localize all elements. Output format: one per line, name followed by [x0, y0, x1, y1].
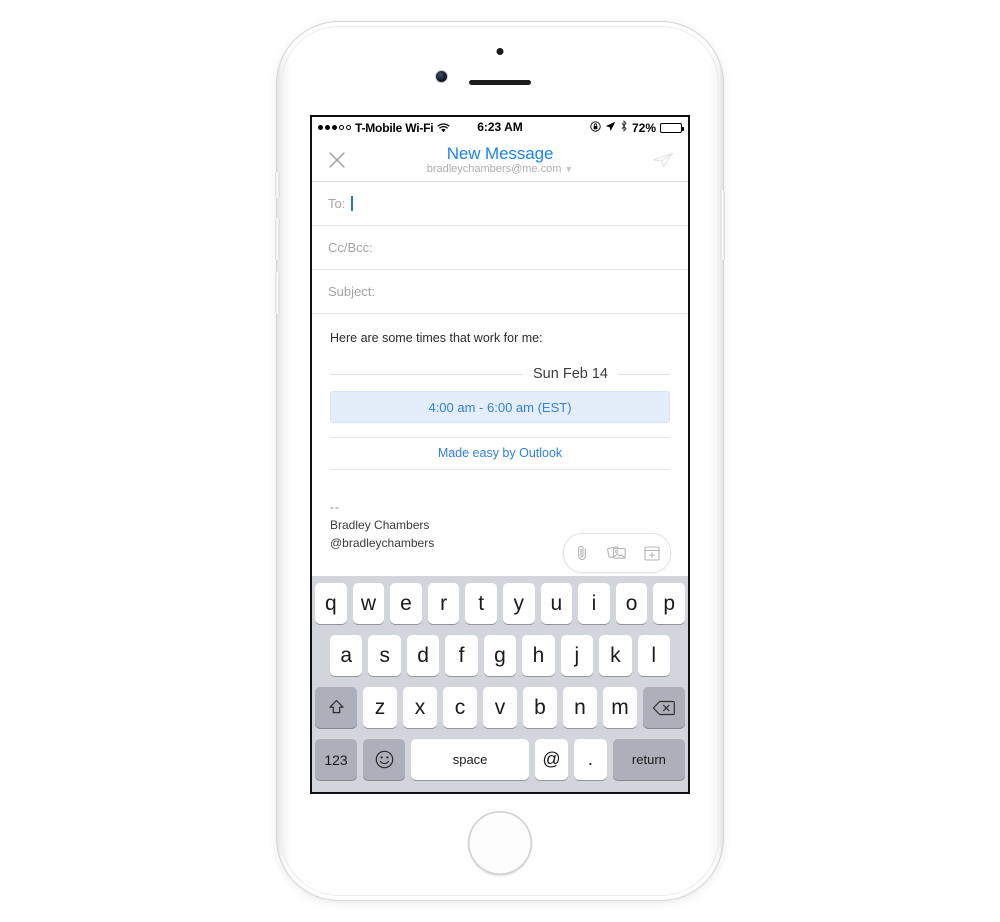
proximity-sensor	[496, 48, 504, 55]
attachment-toolbar	[563, 533, 671, 573]
date-rule-right	[618, 373, 670, 375]
date-label: Sun Feb 14	[533, 366, 608, 382]
key-q[interactable]: q	[315, 583, 347, 624]
key-o[interactable]: o	[615, 583, 648, 624]
earpiece-speaker	[469, 80, 531, 85]
key-x[interactable]: x	[403, 687, 437, 728]
key-n[interactable]: n	[563, 687, 597, 728]
key-v[interactable]: v	[483, 687, 517, 728]
status-bar-right: 72%	[590, 119, 684, 135]
keyboard-row-3: z x c v b n m	[312, 687, 688, 728]
calendar-plus-icon[interactable]	[638, 539, 666, 567]
to-field-label: To:	[328, 196, 346, 211]
chevron-down-icon: ▼	[564, 163, 574, 174]
date-rule-left	[330, 373, 524, 375]
key-d[interactable]: d	[406, 635, 440, 676]
availability-card: Sun Feb 14 4:00 am - 6:00 am (EST) Made …	[312, 366, 688, 470]
time-slot-chip[interactable]: 4:00 am - 6:00 am (EST)	[330, 391, 670, 423]
keyboard-row-4: 123 space @ . return	[312, 739, 688, 780]
onscreen-keyboard[interactable]: q w e r t y u i o p a s d f g h j k l z …	[312, 576, 688, 792]
key-t[interactable]: t	[465, 583, 497, 624]
key-f[interactable]: f	[445, 635, 478, 676]
page-title: New Message	[446, 143, 554, 163]
send-icon[interactable]	[650, 147, 676, 173]
key-h[interactable]: h	[522, 635, 555, 676]
shift-icon[interactable]	[315, 687, 357, 728]
status-bar: T-Mobile Wi-Fi 6:23 AM 72%	[312, 117, 688, 138]
delete-icon[interactable]	[643, 687, 685, 728]
close-icon[interactable]	[324, 147, 350, 173]
volume-up-button[interactable]	[275, 218, 280, 260]
photos-icon[interactable]	[603, 539, 631, 567]
key-z[interactable]: z	[363, 687, 397, 728]
emoji-icon[interactable]	[363, 739, 405, 780]
period-key[interactable]: .	[573, 739, 607, 780]
key-l[interactable]: l	[637, 635, 670, 676]
battery-icon	[660, 122, 684, 133]
screen-bezel: T-Mobile Wi-Fi 6:23 AM 72% New Message b…	[310, 115, 690, 794]
account-email: bradleychambers@me.com	[426, 162, 562, 175]
paperclip-icon[interactable]	[568, 539, 596, 567]
key-s[interactable]: s	[368, 635, 401, 676]
volume-down-button[interactable]	[275, 272, 280, 314]
key-m[interactable]: m	[603, 687, 637, 728]
signature-name: Bradley Chambers	[330, 518, 430, 532]
home-button[interactable]	[468, 811, 532, 875]
key-a[interactable]: a	[330, 635, 363, 676]
body-intro-text: Here are some times that work for me:	[330, 331, 543, 345]
key-k[interactable]: k	[599, 635, 632, 676]
text-caret	[351, 196, 354, 211]
key-u[interactable]: u	[540, 583, 573, 624]
front-camera	[436, 71, 447, 82]
key-r[interactable]: r	[427, 583, 460, 624]
iphone-device-frame: T-Mobile Wi-Fi 6:23 AM 72% New Message b…	[275, 22, 725, 900]
silent-switch[interactable]	[275, 172, 280, 198]
key-w[interactable]: w	[352, 583, 385, 624]
return-key[interactable]: return	[612, 739, 686, 780]
signature-dashes: --	[330, 500, 340, 514]
to-field[interactable]: To:	[312, 182, 688, 226]
subject-field-label: Subject:	[328, 284, 375, 299]
location-arrow-icon	[605, 121, 616, 135]
rotation-lock-icon	[590, 120, 601, 135]
cc-bcc-field[interactable]: Cc/Bcc:	[312, 226, 688, 270]
numbers-key[interactable]: 123	[315, 739, 357, 780]
power-button[interactable]	[720, 190, 725, 260]
subject-field[interactable]: Subject:	[312, 270, 688, 314]
key-i[interactable]: i	[578, 583, 610, 624]
key-b[interactable]: b	[523, 687, 557, 728]
message-body[interactable]: Here are some times that work for me: Su…	[312, 314, 688, 587]
key-c[interactable]: c	[443, 687, 477, 728]
key-p[interactable]: p	[653, 583, 685, 624]
date-divider: Sun Feb 14	[330, 366, 670, 382]
key-j[interactable]: j	[560, 635, 594, 676]
compose-nav-bar: New Message bradleychambers@me.com ▼	[312, 138, 688, 182]
key-y[interactable]: y	[503, 583, 535, 624]
phone-screen: T-Mobile Wi-Fi 6:23 AM 72% New Message b…	[312, 117, 688, 792]
space-key[interactable]: space	[411, 739, 530, 780]
battery-percent: 72%	[631, 120, 656, 135]
bluetooth-icon	[620, 119, 628, 135]
cc-bcc-field-label: Cc/Bcc:	[328, 240, 373, 255]
keyboard-row-2: a s d f g h j k l	[312, 635, 688, 676]
made-easy-by-outlook-link[interactable]: Made easy by Outlook	[330, 438, 670, 469]
key-g[interactable]: g	[483, 635, 517, 676]
nav-title-group: New Message bradleychambers@me.com ▼	[312, 138, 688, 181]
key-e[interactable]: e	[390, 583, 422, 624]
keyboard-row-1: q w e r t y u i o p	[312, 583, 688, 624]
at-key[interactable]: @	[535, 739, 568, 780]
account-selector[interactable]: bradleychambers@me.com ▼	[427, 163, 574, 176]
